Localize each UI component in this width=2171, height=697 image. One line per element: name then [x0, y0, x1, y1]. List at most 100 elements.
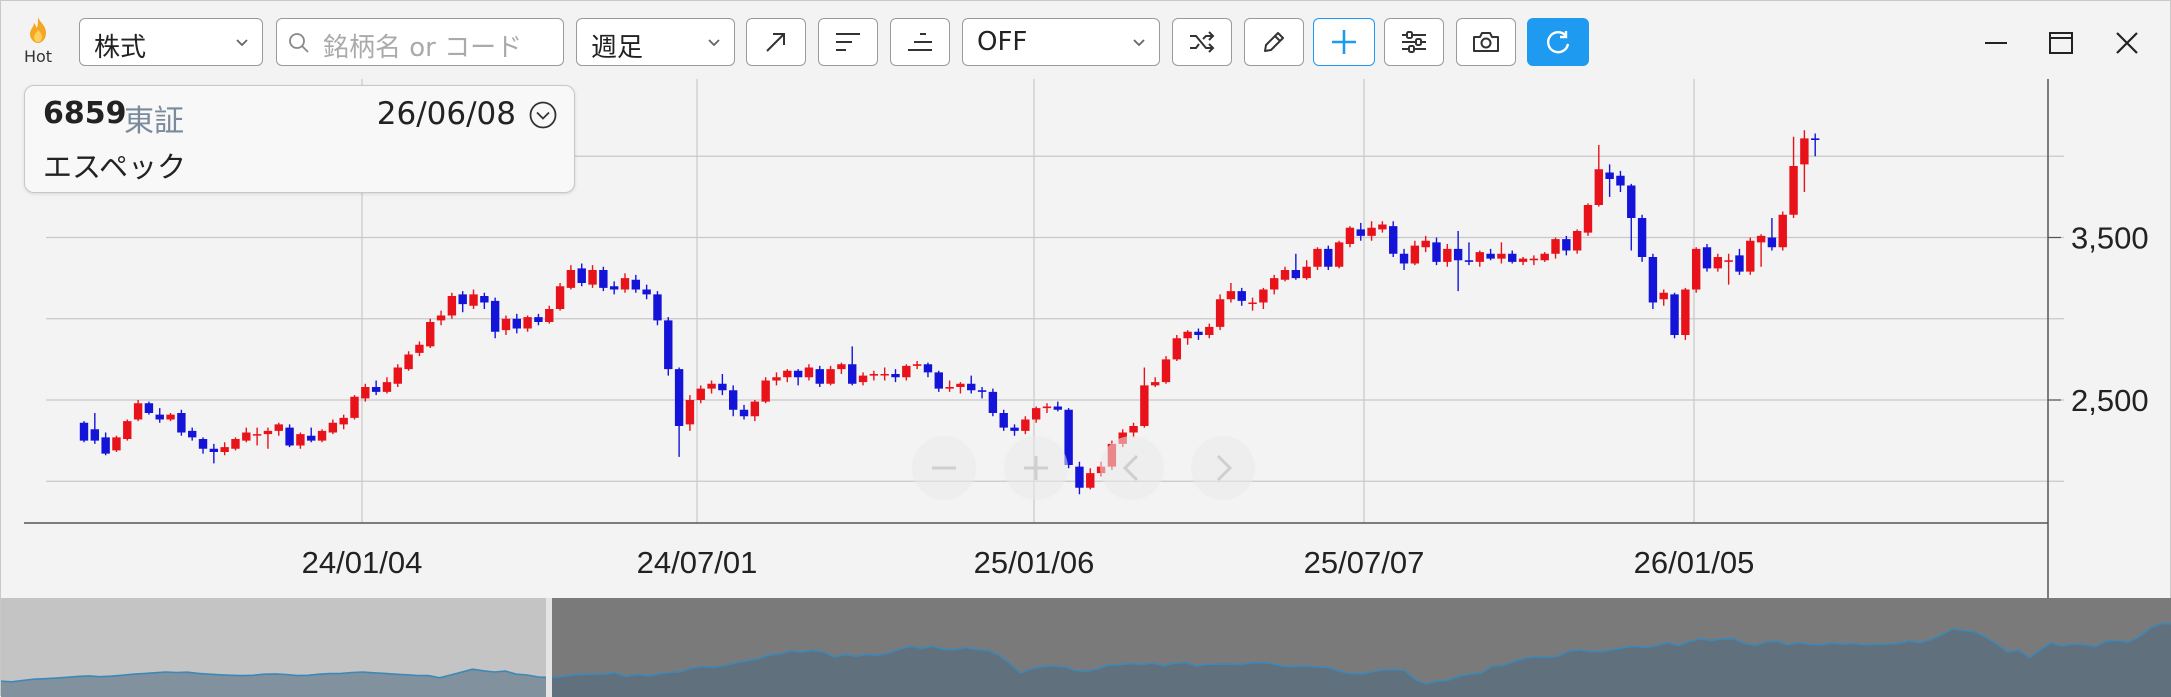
shuffle-button[interactable] [1172, 18, 1232, 66]
candle-body [1346, 228, 1354, 244]
candle-body [1670, 294, 1678, 335]
candle-body [1443, 249, 1451, 262]
candle-body [91, 429, 99, 440]
candle-body [837, 364, 845, 369]
candle-body [1454, 249, 1462, 260]
candle-body [1021, 420, 1029, 431]
x-tick-label: 25/07/07 [1304, 545, 1425, 580]
candle-body [404, 355, 412, 370]
candle-body [1541, 254, 1549, 261]
close-button[interactable] [2105, 21, 2149, 65]
refresh-button[interactable] [1527, 18, 1589, 66]
candle-body [1432, 242, 1440, 262]
candle-body [1789, 166, 1797, 215]
candle-body [1497, 254, 1505, 259]
period-value: 週足 [591, 27, 643, 64]
shuffle-icon [1188, 30, 1216, 54]
candle-body [1357, 229, 1365, 236]
candle-body [231, 439, 239, 449]
minimize-button[interactable] [1974, 21, 2018, 65]
candle-body [1194, 332, 1202, 335]
candle-body [675, 369, 683, 426]
navigator-handle[interactable] [546, 598, 552, 697]
candle-body [729, 390, 737, 410]
candle-body [264, 431, 272, 434]
candle-body [1476, 252, 1484, 262]
candle-body [1259, 290, 1267, 303]
hot-button[interactable]: Hot [13, 15, 63, 71]
candle-body [642, 290, 650, 295]
refresh-icon [1544, 28, 1572, 56]
candle-body [967, 384, 975, 391]
candle-body [350, 397, 358, 418]
range-navigator[interactable] [1, 598, 2171, 697]
candle-body [1530, 259, 1538, 261]
maximize-button[interactable] [2039, 21, 2083, 65]
candle-body [329, 423, 337, 433]
candle-body [599, 270, 607, 288]
candle-body [253, 434, 261, 436]
candle-body [740, 410, 748, 417]
chevron-down-circle-icon[interactable] [528, 100, 558, 130]
candle-body [1270, 278, 1278, 289]
candle-body [1129, 426, 1137, 433]
candle-body [924, 364, 932, 372]
candle-body [632, 280, 640, 290]
align-left-button[interactable] [818, 18, 878, 66]
candle-body [1140, 385, 1148, 426]
candle-body [1000, 413, 1008, 428]
minimize-icon [1983, 30, 2009, 56]
candle-body [1573, 231, 1581, 251]
x-tick-label: 26/01/05 [1634, 545, 1755, 580]
candle-body [1173, 338, 1181, 359]
candle-body [578, 268, 586, 283]
candle-body [816, 369, 824, 384]
candle-body [1681, 290, 1689, 336]
market-type-select[interactable]: 株式 [79, 18, 263, 66]
x-tick-label: 24/07/01 [637, 545, 758, 580]
candle-body [469, 294, 477, 305]
screenshot-button[interactable] [1456, 18, 1516, 66]
candle-body [545, 309, 553, 322]
candle-body [761, 381, 769, 402]
align-right-button[interactable] [890, 18, 950, 66]
candle-body [772, 377, 780, 380]
candle-body [1421, 241, 1429, 248]
period-select[interactable]: 週足 [576, 18, 735, 66]
add-button[interactable] [1313, 18, 1375, 66]
candle-body [1465, 260, 1473, 262]
candle-body [415, 345, 423, 353]
candle-body [1605, 173, 1613, 180]
indicator-select[interactable]: OFF [962, 18, 1160, 66]
candle-body [1627, 186, 1635, 219]
candle-body [285, 428, 293, 446]
candle-body [1281, 270, 1289, 280]
candle-body [1227, 291, 1235, 299]
candle-body [1757, 236, 1765, 243]
trendline-button[interactable] [746, 18, 806, 66]
search-input[interactable]: 銘柄名 or コード [276, 18, 564, 66]
candle-body [1313, 249, 1321, 267]
candle-body [134, 403, 142, 419]
candle-body [318, 431, 326, 441]
app-window: Hot 株式 銘柄名 or コード 週足 OFF [0, 0, 2171, 696]
candle-body [588, 270, 596, 285]
candle-body [156, 415, 164, 420]
settings-button[interactable] [1384, 18, 1444, 66]
candle-body [1508, 254, 1516, 262]
candle-body [1248, 303, 1256, 305]
draw-button[interactable] [1244, 18, 1304, 66]
candle-body [1562, 239, 1570, 250]
close-icon [2114, 30, 2140, 56]
candle-body [1302, 267, 1310, 278]
candle-body [383, 382, 391, 392]
candle-body [707, 384, 715, 389]
candle-body [989, 392, 997, 413]
y-tick-label: 2,500 [2071, 383, 2149, 418]
candle-body [751, 402, 759, 417]
add-icon [1329, 27, 1359, 57]
candle-body [978, 390, 986, 392]
candle-body [1800, 138, 1808, 164]
candle-body [534, 317, 542, 322]
candle-body [1054, 407, 1062, 410]
